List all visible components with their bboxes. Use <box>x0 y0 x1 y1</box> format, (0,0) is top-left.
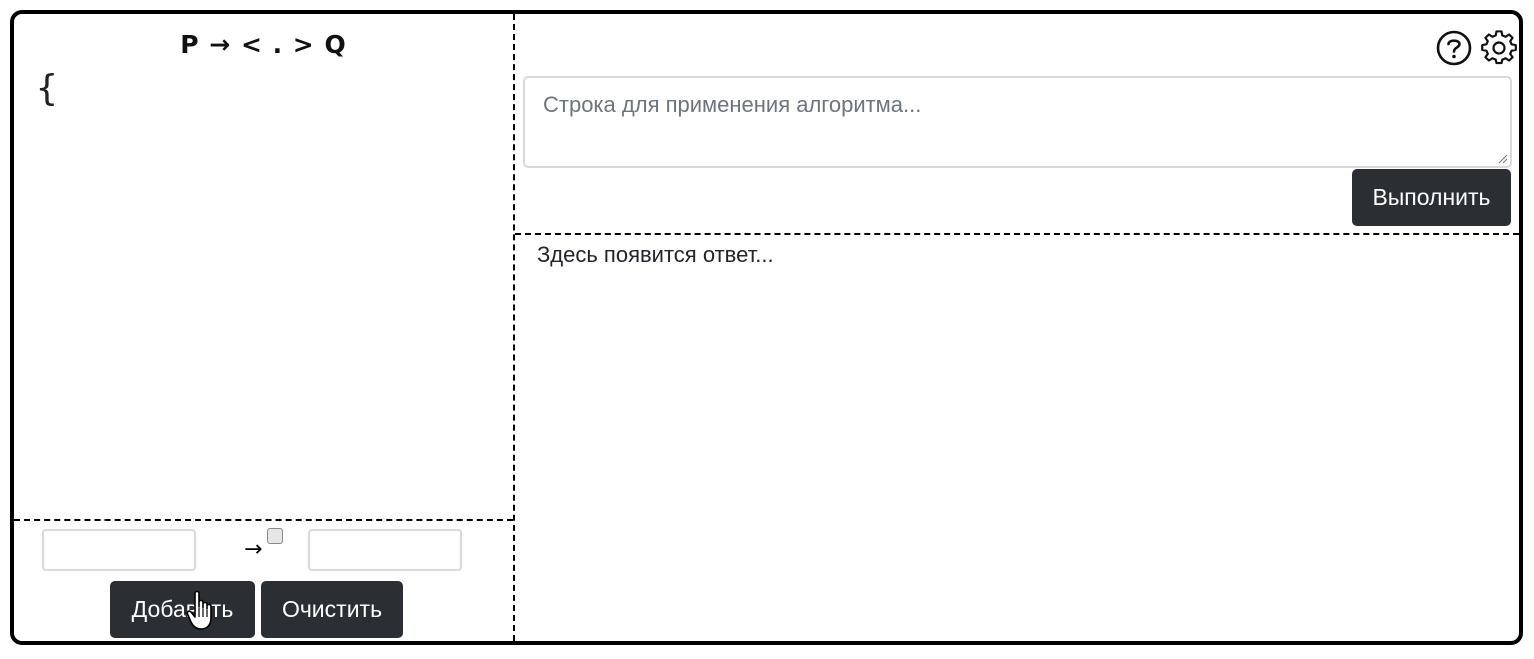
rules-title: P → < . > Q <box>180 30 347 59</box>
algorithm-input[interactable]: Строка для применения алгоритма... <box>523 76 1512 168</box>
input-section: Строка для применения алгоритма... Выпол… <box>515 14 1519 235</box>
rules-open-brace: { <box>36 68 58 109</box>
add-rule-button[interactable]: Добавить <box>110 581 255 638</box>
rule-arrow: → <box>244 537 263 562</box>
clear-rules-button[interactable]: Очистить <box>261 581 403 638</box>
final-rule-checkbox[interactable] <box>267 528 283 544</box>
algorithm-input-placeholder: Строка для применения алгоритма... <box>543 92 922 117</box>
answer-output: Здесь появится ответ... <box>537 242 774 267</box>
run-panel: Строка для применения алгоритма... Выпол… <box>515 14 1519 641</box>
app-frame: P → < . > Q { → Добавить Очистить Строка… <box>10 10 1523 645</box>
rule-editor: → Добавить Очистить <box>14 519 513 641</box>
resize-grip-icon[interactable] <box>1498 154 1508 164</box>
pointer-cursor-icon <box>186 590 212 630</box>
gear-icon[interactable] <box>1481 30 1517 66</box>
rule-left-input[interactable] <box>42 529 196 571</box>
run-button[interactable]: Выполнить <box>1352 169 1511 226</box>
rule-right-input[interactable] <box>308 529 462 571</box>
help-circle-icon[interactable] <box>1436 30 1472 66</box>
rules-panel: P → < . > Q { → Добавить Очистить <box>14 14 515 641</box>
